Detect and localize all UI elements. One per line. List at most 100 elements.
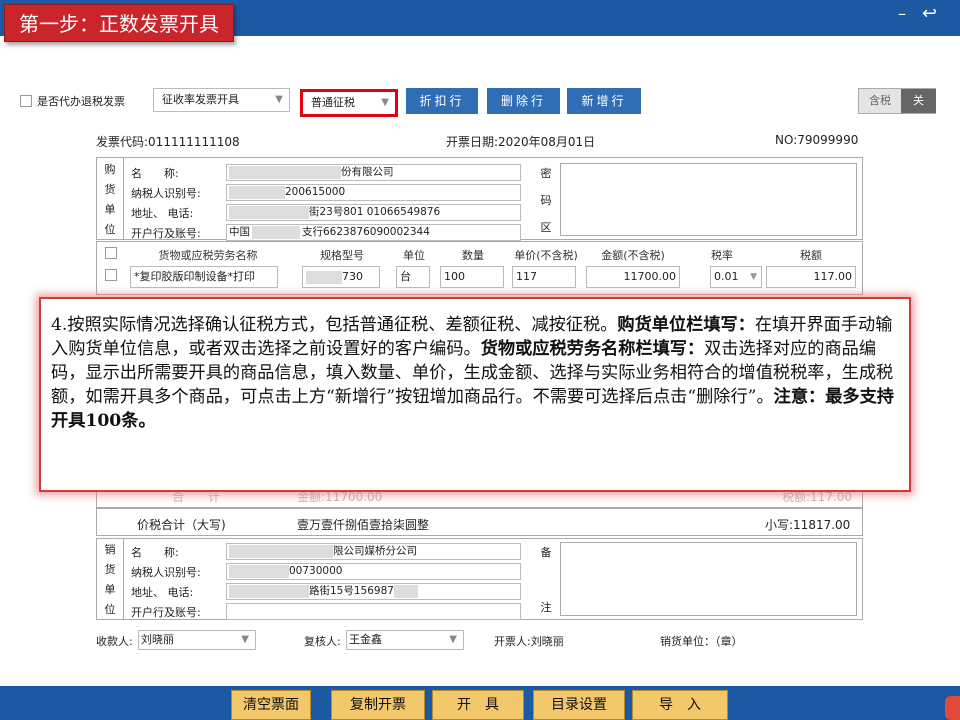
issuer-label: 开票人:刘晓丽 [494,635,564,648]
rate-invoice-select-value: 征收率发票开具 [162,93,239,106]
rate-invoice-select[interactable]: 征收率发票开具 ▼ [153,88,290,112]
goods-header-amount: 金额(不含税) [601,249,665,262]
chevron-down-icon: ▼ [750,272,757,282]
goods-header-rate: 税率 [711,249,733,262]
payee-select[interactable]: 刘晓丽 ▼ [138,630,256,650]
agent-refund-checkbox[interactable] [20,95,32,107]
cipher-label-2: 码 [540,194,552,207]
goods-header-unit: 单位 [403,249,425,262]
seller-addr-label: 地址、 电话: [131,586,194,599]
buyer-bank-field[interactable]: 中国 支行6623876090002344 [226,224,521,241]
seller-bank-field[interactable] [226,603,521,620]
buyer-bank-label: 开户行及账号: [131,227,201,240]
buyer-side-label-4: 位 [104,223,116,236]
price-total-words: 壹万壹仟捌佰壹拾柒圆整 [297,518,430,532]
buyer-taxid-field[interactable]: 200615000 [226,184,521,201]
tax-included-off[interactable]: 关 [901,89,936,113]
invoice-date: 开票日期:2020年08月01日 [446,135,596,149]
seller-name-field[interactable]: 限公司媒桥分公司 [226,543,521,560]
tax-included-toggle[interactable]: 含税 关 [858,88,936,114]
price-total-label: 价税合计（大写) [137,518,226,532]
buyer-name-label: 名 称: [131,167,179,180]
remark-label-1: 备 [540,546,552,559]
add-row-button[interactable]: 新增行 [567,88,641,114]
goods-header-tax: 税额 [800,249,822,262]
buyer-addr-value: 街23号801 01066549876 [309,206,441,218]
seller-side-label-1: 销 [104,543,116,556]
goods-cell-spec[interactable]: 730 [302,266,380,288]
buyer-side-label-1: 购 [104,163,116,176]
goods-cell-qty[interactable]: 100 [440,266,504,288]
reviewer-label: 复核人: [304,635,341,648]
buyer-side-label-3: 单 [104,203,116,216]
goods-cell-name[interactable]: *复印胶版印制设备*打印 [130,266,278,288]
cipher-label-3: 区 [540,221,552,234]
remark-label-2: 注 [540,601,552,614]
goods-header-spec: 规格型号 [320,249,364,262]
back-arrow-icon[interactable]: ↩ [922,4,942,24]
cipher-label-1: 密 [540,167,552,180]
instruction-bold-2: 货物或应税劳务名称栏填写： [480,339,705,359]
seller-side-label-4: 位 [104,603,116,616]
goods-header-name: 货物或应税劳务名称 [158,249,258,262]
seller-name-value: 限公司媒桥分公司 [333,545,417,557]
goods-cell-price[interactable]: 117 [512,266,576,288]
clear-invoice-button[interactable]: 清空票面 [231,690,311,720]
goods-header-price: 单价(不含税) [514,249,578,262]
goods-header-qty: 数量 [462,249,484,262]
instruction-callout: 4.按照实际情况选择确认征税方式，包括普通征税、差额征税、减按征税。购货单位栏填… [39,297,911,492]
instruction-bold-1: 购货单位栏填写： [617,315,755,335]
chevron-down-icon: ▼ [381,97,389,108]
seller-bank-label: 开户行及账号: [131,606,201,619]
step-title: 第一步：正数发票开具 [4,4,234,42]
price-total-small: 小写:11817.00 [765,518,851,532]
goods-cell-tax[interactable]: 117.00 [766,266,856,288]
catalog-settings-button[interactable]: 目录设置 [533,690,625,720]
price-total-row: 价税合计（大写) 壹万壹仟捌佰壹拾柒圆整 小写:11817.00 [96,508,863,536]
import-button[interactable]: 导 入 [632,690,728,720]
remark-area[interactable] [560,542,857,616]
app-logo-icon [945,696,960,720]
buyer-taxid-value: 200615000 [285,186,346,198]
goods-cell-rate[interactable]: 0.01 ▼ [710,266,762,288]
issue-invoice-button[interactable]: 开 具 [432,690,524,720]
buyer-name-value: 份有限公司 [341,166,394,178]
seller-side-label-3: 单 [104,583,116,596]
goods-select-all-checkbox[interactable] [105,247,117,259]
agent-refund-label: 是否代办退税发票 [37,95,125,108]
minimize-icon[interactable]: – [898,6,914,22]
goods-cell-rate-value: 0.01 [714,270,739,283]
buyer-side-label-2: 货 [104,183,116,196]
goods-row-checkbox[interactable] [105,269,117,281]
cipher-area [560,163,857,236]
buyer-bank-prefix: 中国 [229,226,250,238]
seller-addr-value: 路街15号156987 [309,585,394,597]
chevron-down-icon: ▼ [449,634,457,645]
copy-invoice-button[interactable]: 复制开票 [331,690,425,720]
reviewer-select-value: 王金鑫 [349,633,382,646]
buyer-addr-field[interactable]: 街23号801 01066549876 [226,204,521,221]
discount-row-button[interactable]: 折扣行 [406,88,478,114]
seller-name-label: 名 称: [131,546,179,559]
tax-method-select-value: 普通征税 [311,96,355,109]
payee-select-value: 刘晓丽 [141,633,174,646]
seller-taxid-field[interactable]: 00730000 [226,563,521,580]
seller-taxid-value: 00730000 [289,565,343,577]
reviewer-select[interactable]: 王金鑫 ▼ [346,630,464,650]
payee-label: 收款人: [96,635,133,648]
buyer-addr-label: 地址、 电话: [131,207,194,220]
goods-cell-unit[interactable]: 台 [396,266,430,288]
instruction-part-1: 4.按照实际情况选择确认征税方式，包括普通征税、差额征税、减按征税。 [51,315,618,335]
seller-addr-field[interactable]: 路街15号156987 [226,583,521,600]
instruction-text: 4.按照实际情况选择确认征税方式，包括普通征税、差额征税、减按征税。购货单位栏填… [51,313,903,433]
seller-side-label-2: 货 [104,563,116,576]
buyer-taxid-label: 纳税人识别号: [131,187,201,200]
tax-method-select[interactable]: 普通征税 ▼ [300,89,398,117]
goods-cell-amount[interactable]: 11700.00 [586,266,680,288]
tax-included-option[interactable]: 含税 [859,89,901,113]
delete-row-button[interactable]: 删除行 [487,88,560,114]
seller-stamp-label: 销货单位：（章） [660,635,743,648]
buyer-name-field[interactable]: 份有限公司 [226,164,521,181]
goods-cell-spec-value: 730 [342,270,363,283]
seller-taxid-label: 纳税人识别号: [131,566,201,579]
